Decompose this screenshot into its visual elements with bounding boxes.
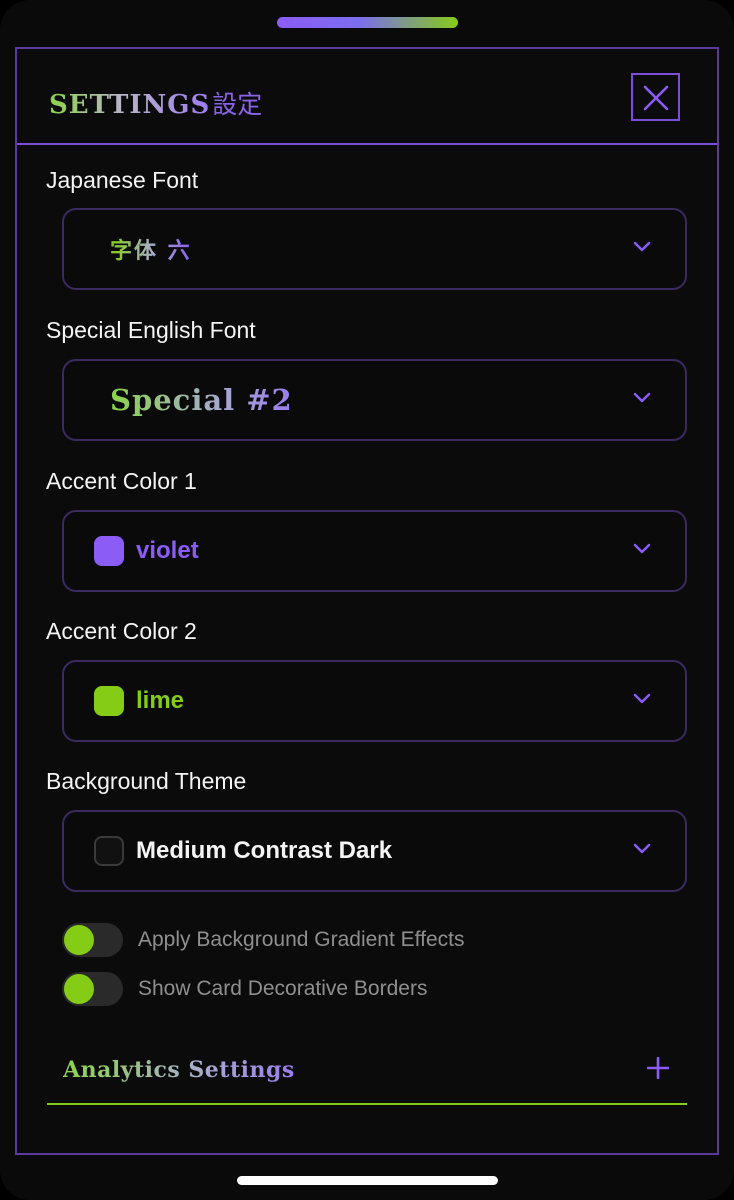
chevron-down-icon [633, 543, 651, 554]
analytics-settings-section[interactable]: Analytics Settings [47, 1043, 687, 1105]
lime-swatch [94, 686, 124, 716]
decorative-borders-row: Show Card Decorative Borders [62, 972, 427, 1006]
panel-header: SETTINGS 設定 [17, 49, 717, 145]
background-theme-select[interactable]: Medium Contrast Dark [62, 810, 687, 892]
title-english: SETTINGS [49, 90, 211, 120]
special-font-select[interactable]: Special #2 [62, 359, 687, 441]
background-theme-value: Medium Contrast Dark [136, 837, 393, 864]
accent-color-2-value: lime [136, 687, 185, 714]
japanese-font-label: Japanese Font [46, 167, 199, 193]
chevron-down-icon [633, 392, 651, 403]
analytics-settings-title: Analytics Settings [63, 1057, 295, 1083]
accent-color-2-label: Accent Color 2 [46, 618, 197, 644]
app-screen: SETTINGS 設定 Japanese Font 字体 六 Special E… [0, 0, 734, 1200]
plus-icon[interactable] [647, 1057, 669, 1079]
close-icon [643, 85, 669, 111]
accent-color-2-select[interactable]: lime [62, 660, 687, 742]
page-title: SETTINGS 設定 [49, 85, 263, 120]
decorative-borders-label: Show Card Decorative Borders [138, 977, 428, 1000]
dark-swatch [94, 836, 124, 866]
background-theme-label: Background Theme [46, 768, 247, 794]
gradient-effects-row: Apply Background Gradient Effects [62, 923, 464, 957]
chevron-down-icon [633, 693, 651, 704]
decorative-borders-toggle[interactable] [62, 972, 123, 1006]
home-indicator [237, 1176, 498, 1185]
chevron-down-icon [633, 843, 651, 854]
accent-color-1-select[interactable]: violet [62, 510, 687, 592]
title-japanese: 設定 [212, 90, 263, 119]
violet-swatch [94, 536, 124, 566]
accent-color-1-value: violet [136, 537, 199, 564]
close-button[interactable] [631, 73, 680, 121]
chevron-down-icon [633, 241, 651, 252]
japanese-font-select[interactable]: 字体 六 [62, 208, 687, 290]
special-font-value: Special #2 [110, 383, 293, 417]
special-font-label: Special English Font [46, 317, 256, 343]
gradient-effects-toggle[interactable] [62, 923, 123, 957]
japanese-font-value: 字体 六 [110, 233, 192, 265]
gradient-effects-label: Apply Background Gradient Effects [138, 928, 465, 951]
accent-color-1-label: Accent Color 1 [46, 468, 197, 494]
drag-handle[interactable] [277, 17, 458, 28]
